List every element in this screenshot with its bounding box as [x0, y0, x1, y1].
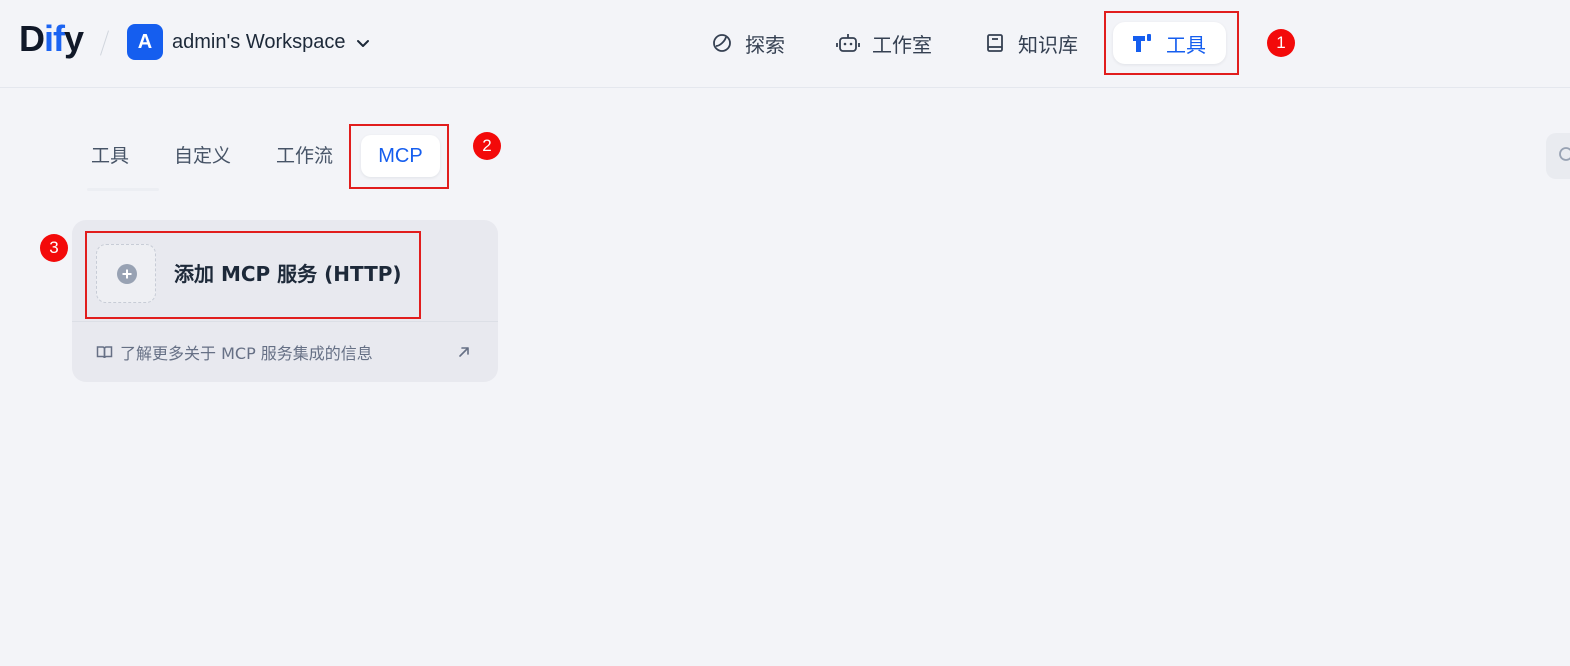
nav-item-explore[interactable]: 探索 [711, 22, 785, 64]
compass-icon [713, 34, 731, 52]
learn-more-text: 了解更多关于 MCP 服务集成的信息 [120, 344, 373, 363]
logo-text-d: D [19, 18, 45, 59]
search-input[interactable] [1546, 133, 1570, 179]
tab-mcp[interactable]: MCP [361, 135, 440, 177]
annotation-marker-1: 1 [1267, 29, 1295, 57]
learn-more-link[interactable]: 了解更多关于 MCP 服务集成的信息 [96, 340, 373, 364]
workspace-avatar[interactable]: A [127, 24, 163, 60]
annotation-marker-2: 2 [473, 132, 501, 160]
breadcrumb-separator [100, 30, 109, 56]
top-navigation-bar: Dify A admin's Workspace 探索 工作室 知识库 工具 [0, 0, 1570, 88]
tools-icon [1133, 34, 1151, 52]
tab-custom[interactable]: 自定义 [174, 135, 231, 177]
nav-label-knowledge: 知识库 [1018, 32, 1078, 57]
annotation-marker-3: 3 [40, 234, 68, 262]
logo-text-if: if [44, 18, 65, 59]
plus-circle-icon [117, 264, 137, 284]
open-book-icon [96, 345, 113, 358]
nav-label-studio: 工作室 [872, 32, 932, 57]
nav-item-studio[interactable]: 工作室 [836, 22, 932, 64]
external-link-arrow-icon[interactable] [456, 344, 472, 360]
robot-icon [836, 34, 860, 52]
search-icon [1559, 147, 1570, 161]
nav-label-explore: 探索 [745, 32, 785, 57]
tab-tools[interactable]: 工具 [91, 135, 129, 177]
tab-workflow[interactable]: 工作流 [276, 135, 333, 177]
workspace-name[interactable]: admin's Workspace [172, 29, 346, 55]
card-divider [72, 321, 498, 322]
chevron-down-icon[interactable] [355, 35, 371, 51]
logo-text-y: y [64, 18, 84, 59]
nav-label-tools: 工具 [1166, 32, 1206, 57]
nav-item-knowledge[interactable]: 知识库 [984, 22, 1078, 64]
add-mcp-service-button[interactable] [96, 244, 156, 303]
dify-logo[interactable]: Dify [19, 18, 84, 59]
tab-underline [87, 188, 159, 191]
book-icon [987, 34, 1003, 52]
nav-item-tools[interactable]: 工具 [1113, 22, 1226, 64]
add-mcp-service-label[interactable]: 添加 MCP 服务 (HTTP) [174, 260, 402, 288]
